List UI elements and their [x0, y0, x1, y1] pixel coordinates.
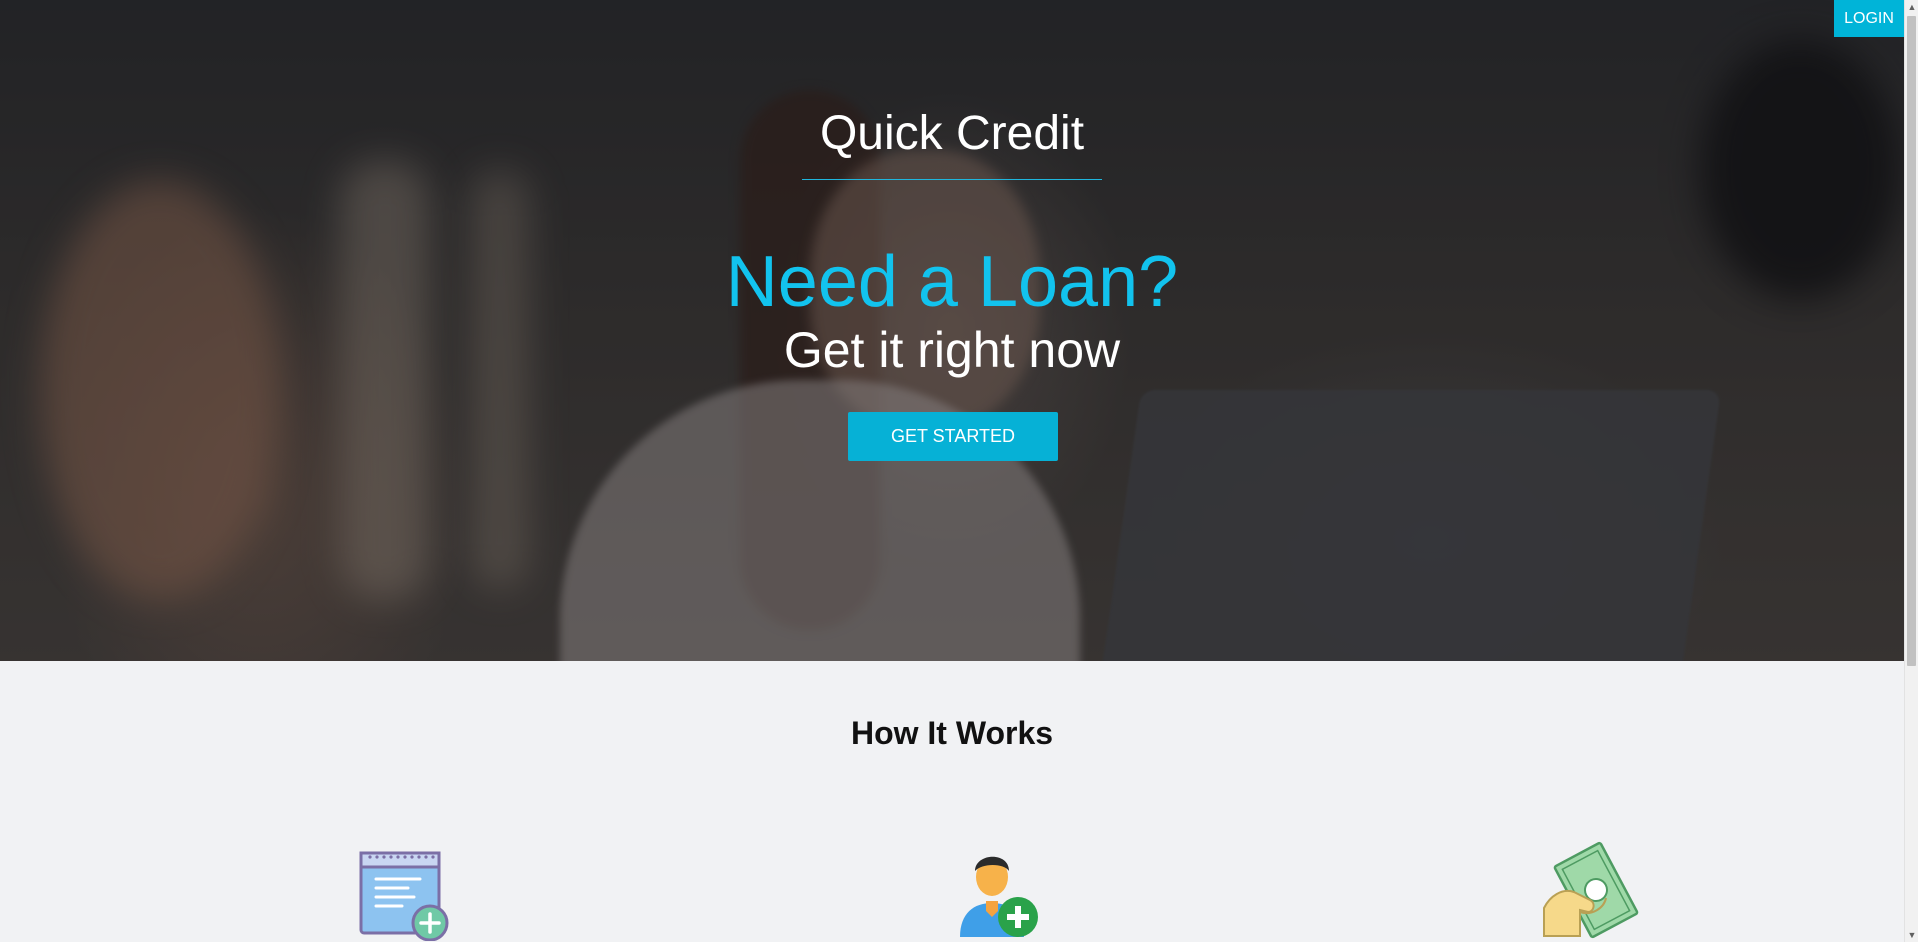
section-title: How It Works [850, 715, 1054, 751]
brand-title: Quick Credit [819, 107, 1085, 160]
step-receive-cash [1540, 836, 1640, 939]
scroll-down-arrow-icon[interactable]: ▼ [1905, 928, 1918, 942]
step-application [358, 841, 458, 942]
hero-subheadline: Get it right now [783, 322, 1121, 378]
login-button[interactable]: LOGIN [1834, 0, 1904, 37]
application-form-icon [359, 851, 449, 942]
hero-section: Quick Credit Need a Loan? Get it right n… [0, 0, 1904, 661]
brand-underline [802, 179, 1102, 180]
vertical-scrollbar[interactable]: ▲ ▼ [1904, 0, 1918, 942]
scroll-up-arrow-icon[interactable]: ▲ [1905, 0, 1918, 14]
hero-headline: Need a Loan? [725, 242, 1179, 322]
how-it-works-section: How It Works [0, 661, 1904, 942]
scroll-thumb[interactable] [1907, 16, 1916, 666]
get-started-button[interactable]: GET STARTED [848, 412, 1058, 461]
step-register [952, 841, 1052, 941]
cash-in-hand-icon [1543, 841, 1639, 939]
add-user-icon [960, 856, 1038, 937]
landing-page: Quick Credit Need a Loan? Get it right n… [0, 0, 1918, 942]
